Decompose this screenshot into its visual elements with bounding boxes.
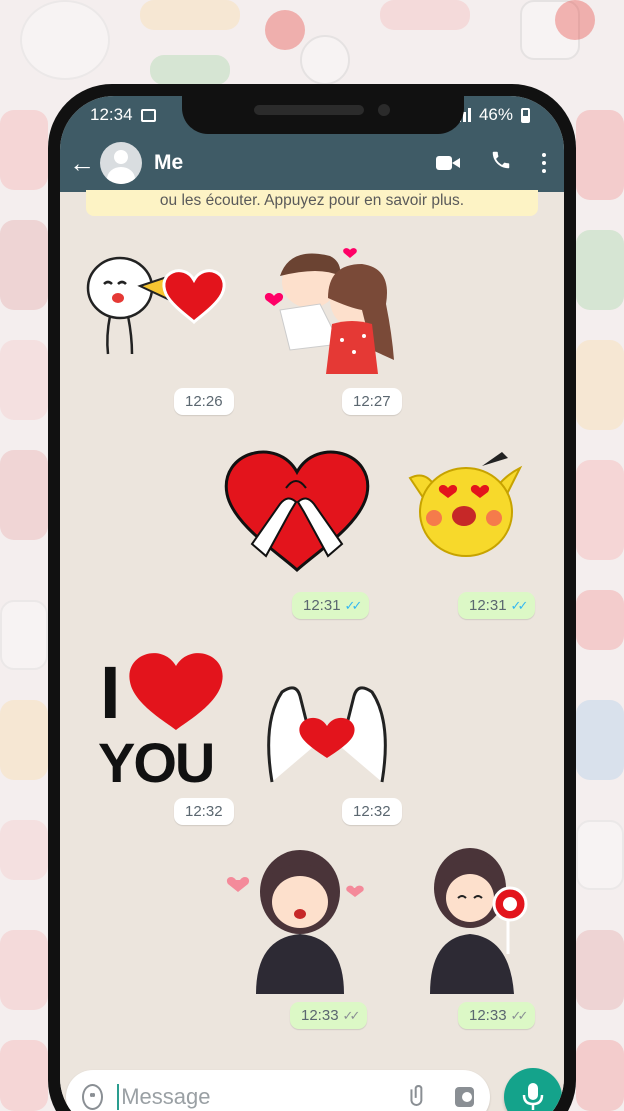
camera-notch — [182, 96, 464, 134]
battery-percentage: 46% — [478, 105, 513, 124]
time-text: 12:26 — [185, 393, 223, 410]
sticker-time-5: 12:32 — [174, 798, 234, 825]
gallery-notification-icon — [140, 108, 156, 122]
time-text: 12:32 — [353, 803, 391, 820]
sticker-girl-with-lollipop[interactable] — [424, 844, 544, 994]
phone-call-icon[interactable] — [490, 149, 512, 177]
chat-header: ← Me — [60, 134, 564, 192]
i-love-you-bottom-text: YOU — [98, 731, 215, 794]
time-text: 12:33 — [469, 1007, 507, 1024]
back-arrow-icon[interactable]: ← — [68, 148, 96, 179]
phone-frame: 12:34 ◠ 46% ← Me — [48, 84, 576, 1111]
sticker-heart-hands[interactable] — [252, 662, 402, 792]
sticker-heart-eyes-pikachu[interactable] — [390, 448, 540, 568]
status-left: 12:34 — [90, 105, 156, 125]
battery-icon — [521, 107, 530, 123]
contact-name[interactable]: Me — [154, 151, 436, 175]
mic-button[interactable] — [504, 1068, 562, 1111]
read-ticks-icon: ✓✓ — [344, 598, 363, 613]
sticker-time-2: 12:27 — [342, 388, 402, 415]
sticker-i-love-you[interactable]: I YOU — [96, 650, 226, 800]
avatar-icon[interactable] — [100, 142, 142, 184]
i-love-you-top-text: I — [100, 651, 121, 734]
sticker-pinky-promise-heart[interactable] — [222, 444, 372, 574]
message-input[interactable] — [117, 1084, 410, 1110]
encryption-notice[interactable]: ou les écouter. Appuyez pour en savoir p… — [86, 190, 538, 216]
status-time: 12:34 — [90, 105, 133, 124]
sticker-time-3: 12:31 ✓✓ — [292, 592, 370, 619]
delivered-ticks-icon: ✓✓ — [510, 1008, 529, 1023]
sticker-time-8: 12:33 ✓✓ — [458, 1002, 536, 1029]
sticker-time-4: 12:31 ✓✓ — [458, 592, 536, 619]
more-options-icon[interactable] — [542, 153, 546, 173]
time-text: 12:33 — [301, 1007, 339, 1024]
sticker-girl-with-hearts[interactable] — [226, 844, 376, 994]
header-actions — [436, 149, 546, 177]
sticker-shouting-smiley[interactable] — [82, 248, 242, 368]
time-text: 12:27 — [353, 393, 391, 410]
front-camera — [378, 104, 390, 116]
emoji-icon[interactable] — [82, 1084, 104, 1110]
time-text: 12:32 — [185, 803, 223, 820]
sticker-time-7: 12:33 ✓✓ — [290, 1002, 368, 1029]
time-text: 12:31 — [469, 597, 507, 614]
chat-area: ou les écouter. Appuyez pour en savoir p… — [60, 190, 564, 1111]
camera-icon[interactable] — [455, 1087, 474, 1107]
video-call-icon[interactable] — [436, 155, 460, 171]
phone-screen: 12:34 ◠ 46% ← Me — [60, 96, 564, 1111]
sticker-hugging-couple[interactable] — [250, 240, 410, 380]
earpiece — [254, 105, 364, 115]
sticker-time-1: 12:26 — [174, 388, 234, 415]
read-ticks-icon: ✓✓ — [510, 598, 529, 613]
mic-icon — [522, 1083, 544, 1110]
message-composer — [66, 1070, 490, 1111]
sticker-time-6: 12:32 — [342, 798, 402, 825]
delivered-ticks-icon: ✓✓ — [342, 1008, 361, 1023]
time-text: 12:31 — [303, 597, 341, 614]
